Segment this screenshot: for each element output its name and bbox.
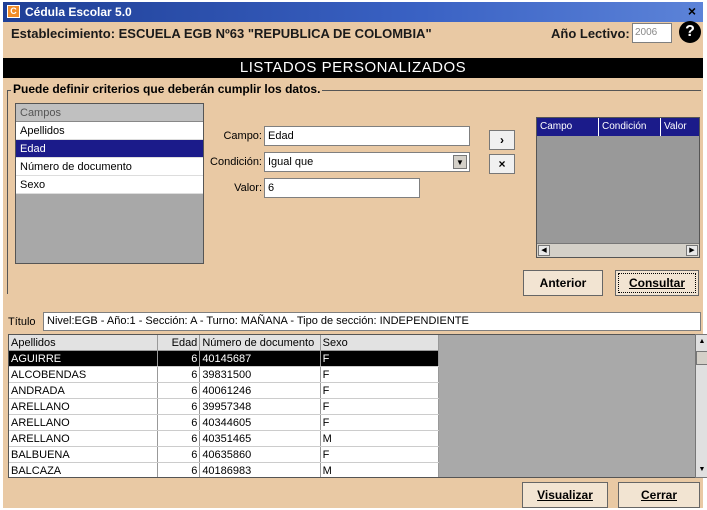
table-cell: 40061246 (199, 382, 321, 399)
table-cell: AGUIRRE (9, 350, 159, 367)
table-cell: 6 (157, 446, 201, 463)
campos-list[interactable]: Campos Apellidos Edad Número de document… (15, 103, 204, 264)
table-cell: F (320, 350, 440, 367)
criteria-grid-header: Campo (537, 118, 599, 136)
column-header: Sexo (320, 335, 440, 351)
column-header: Apellidos (9, 335, 159, 351)
window-title: Cédula Escolar 5.0 (25, 5, 132, 19)
chevron-down-icon[interactable]: ▼ (453, 155, 467, 169)
condicion-select[interactable]: Igual que ▼ (264, 152, 470, 172)
results-grid[interactable]: Apellidos Edad Número de documento Sexo … (8, 334, 696, 478)
list-item[interactable]: Sexo (16, 176, 203, 194)
table-cell: 39957348 (199, 398, 321, 415)
criteria-grid-header: Valor (661, 118, 699, 136)
table-cell: ARELLANO (9, 398, 159, 415)
campo-label: Campo: (223, 130, 262, 142)
table-cell: 40635860 (199, 446, 321, 463)
table-cell: 40186983 (199, 462, 321, 477)
table-row[interactable]: ARELLANO 6 39957348 F (9, 398, 440, 415)
arrow-right-icon[interactable]: ▶ (686, 245, 698, 256)
table-row[interactable]: ALCOBENDAS 6 39831500 F (9, 366, 440, 383)
establecimiento-label: Establecimiento: ESCUELA EGB Nº63 "REPUB… (11, 26, 432, 41)
table-cell: 6 (157, 462, 201, 477)
table-cell: F (320, 414, 440, 431)
arrow-down-icon[interactable]: ▼ (696, 464, 707, 476)
table-cell: 40145687 (199, 350, 321, 367)
table-row[interactable]: BALCAZA 6 40186983 M (9, 462, 440, 477)
table-cell: BALBUENA (9, 446, 159, 463)
table-cell: M (320, 430, 440, 447)
table-cell: BALCAZA (9, 462, 159, 477)
table-cell: 6 (157, 414, 201, 431)
anterior-button[interactable]: Anterior (523, 270, 603, 296)
section-title: LISTADOS PERSONALIZADOS (3, 58, 703, 78)
consultar-button[interactable]: Consultar (615, 270, 699, 296)
criteria-grid-header: Condición (599, 118, 661, 136)
table-cell: ANDRADA (9, 382, 159, 399)
arrow-left-icon[interactable]: ◀ (538, 245, 550, 256)
table-row[interactable]: AGUIRRE 6 40145687 F (9, 350, 440, 367)
table-cell: 39831500 (199, 366, 321, 383)
condicion-label: Condición: (210, 156, 262, 168)
campos-list-header: Campos (16, 104, 203, 122)
table-cell: F (320, 398, 440, 415)
titulo-field[interactable]: Nivel:EGB - Año:1 - Sección: A - Turno: … (43, 312, 701, 331)
table-cell: 40351465 (199, 430, 321, 447)
table-row[interactable]: BALBUENA 6 40635860 F (9, 446, 440, 463)
vertical-scrollbar[interactable]: ▲ ▼ (695, 334, 707, 478)
table-cell: ARELLANO (9, 414, 159, 431)
horizontal-scrollbar[interactable]: ◀ ▶ (537, 243, 699, 257)
valor-label: Valor: (234, 182, 262, 194)
table-cell: F (320, 382, 440, 399)
table-cell: ARELLANO (9, 430, 159, 447)
table-row[interactable]: ARELLANO 6 40344605 F (9, 414, 440, 431)
scrollbar-thumb[interactable] (696, 351, 707, 365)
valor-field[interactable]: 6 (264, 178, 420, 198)
list-item[interactable]: Edad (16, 140, 203, 158)
remove-criteria-button[interactable]: × (489, 154, 515, 174)
table-cell: 6 (157, 430, 201, 447)
arrow-up-icon[interactable]: ▲ (696, 336, 707, 348)
app-logo-icon: C (7, 5, 20, 18)
cerrar-button[interactable]: Cerrar (618, 482, 700, 508)
anio-lectivo-label: Año Lectivo: (551, 26, 630, 41)
add-criteria-button[interactable]: › (489, 130, 515, 150)
criteria-grid[interactable]: Campo Condición Valor ◀ ▶ (536, 117, 700, 258)
titulo-label: Título (8, 316, 36, 328)
column-header: Número de documento (199, 335, 321, 351)
condicion-value: Igual que (268, 156, 314, 168)
table-cell: 6 (157, 382, 201, 399)
help-icon[interactable]: ? (679, 21, 701, 43)
table-row[interactable]: ARELLANO 6 40351465 M (9, 430, 440, 447)
visualizar-button[interactable]: Visualizar (522, 482, 608, 508)
title-bar: C Cédula Escolar 5.0 × (3, 2, 703, 22)
table-cell: F (320, 446, 440, 463)
criteria-legend: Puede definir criterios que deberán cump… (11, 82, 323, 96)
campo-field[interactable]: Edad (264, 126, 470, 146)
column-header: Edad (157, 335, 201, 351)
table-cell: M (320, 462, 440, 477)
table-cell: F (320, 366, 440, 383)
results-header-row: Apellidos Edad Número de documento Sexo (9, 335, 440, 351)
close-icon[interactable]: × (684, 4, 700, 19)
table-cell: 40344605 (199, 414, 321, 431)
anio-lectivo-field[interactable]: 2006 (632, 23, 672, 43)
table-cell: 6 (157, 398, 201, 415)
table-cell: ALCOBENDAS (9, 366, 159, 383)
table-cell: 6 (157, 350, 201, 367)
table-cell: 6 (157, 366, 201, 383)
table-row[interactable]: ANDRADA 6 40061246 F (9, 382, 440, 399)
list-item[interactable]: Apellidos (16, 122, 203, 140)
app-window: C Cédula Escolar 5.0 × Establecimiento: … (3, 2, 707, 508)
list-item[interactable]: Número de documento (16, 158, 203, 176)
